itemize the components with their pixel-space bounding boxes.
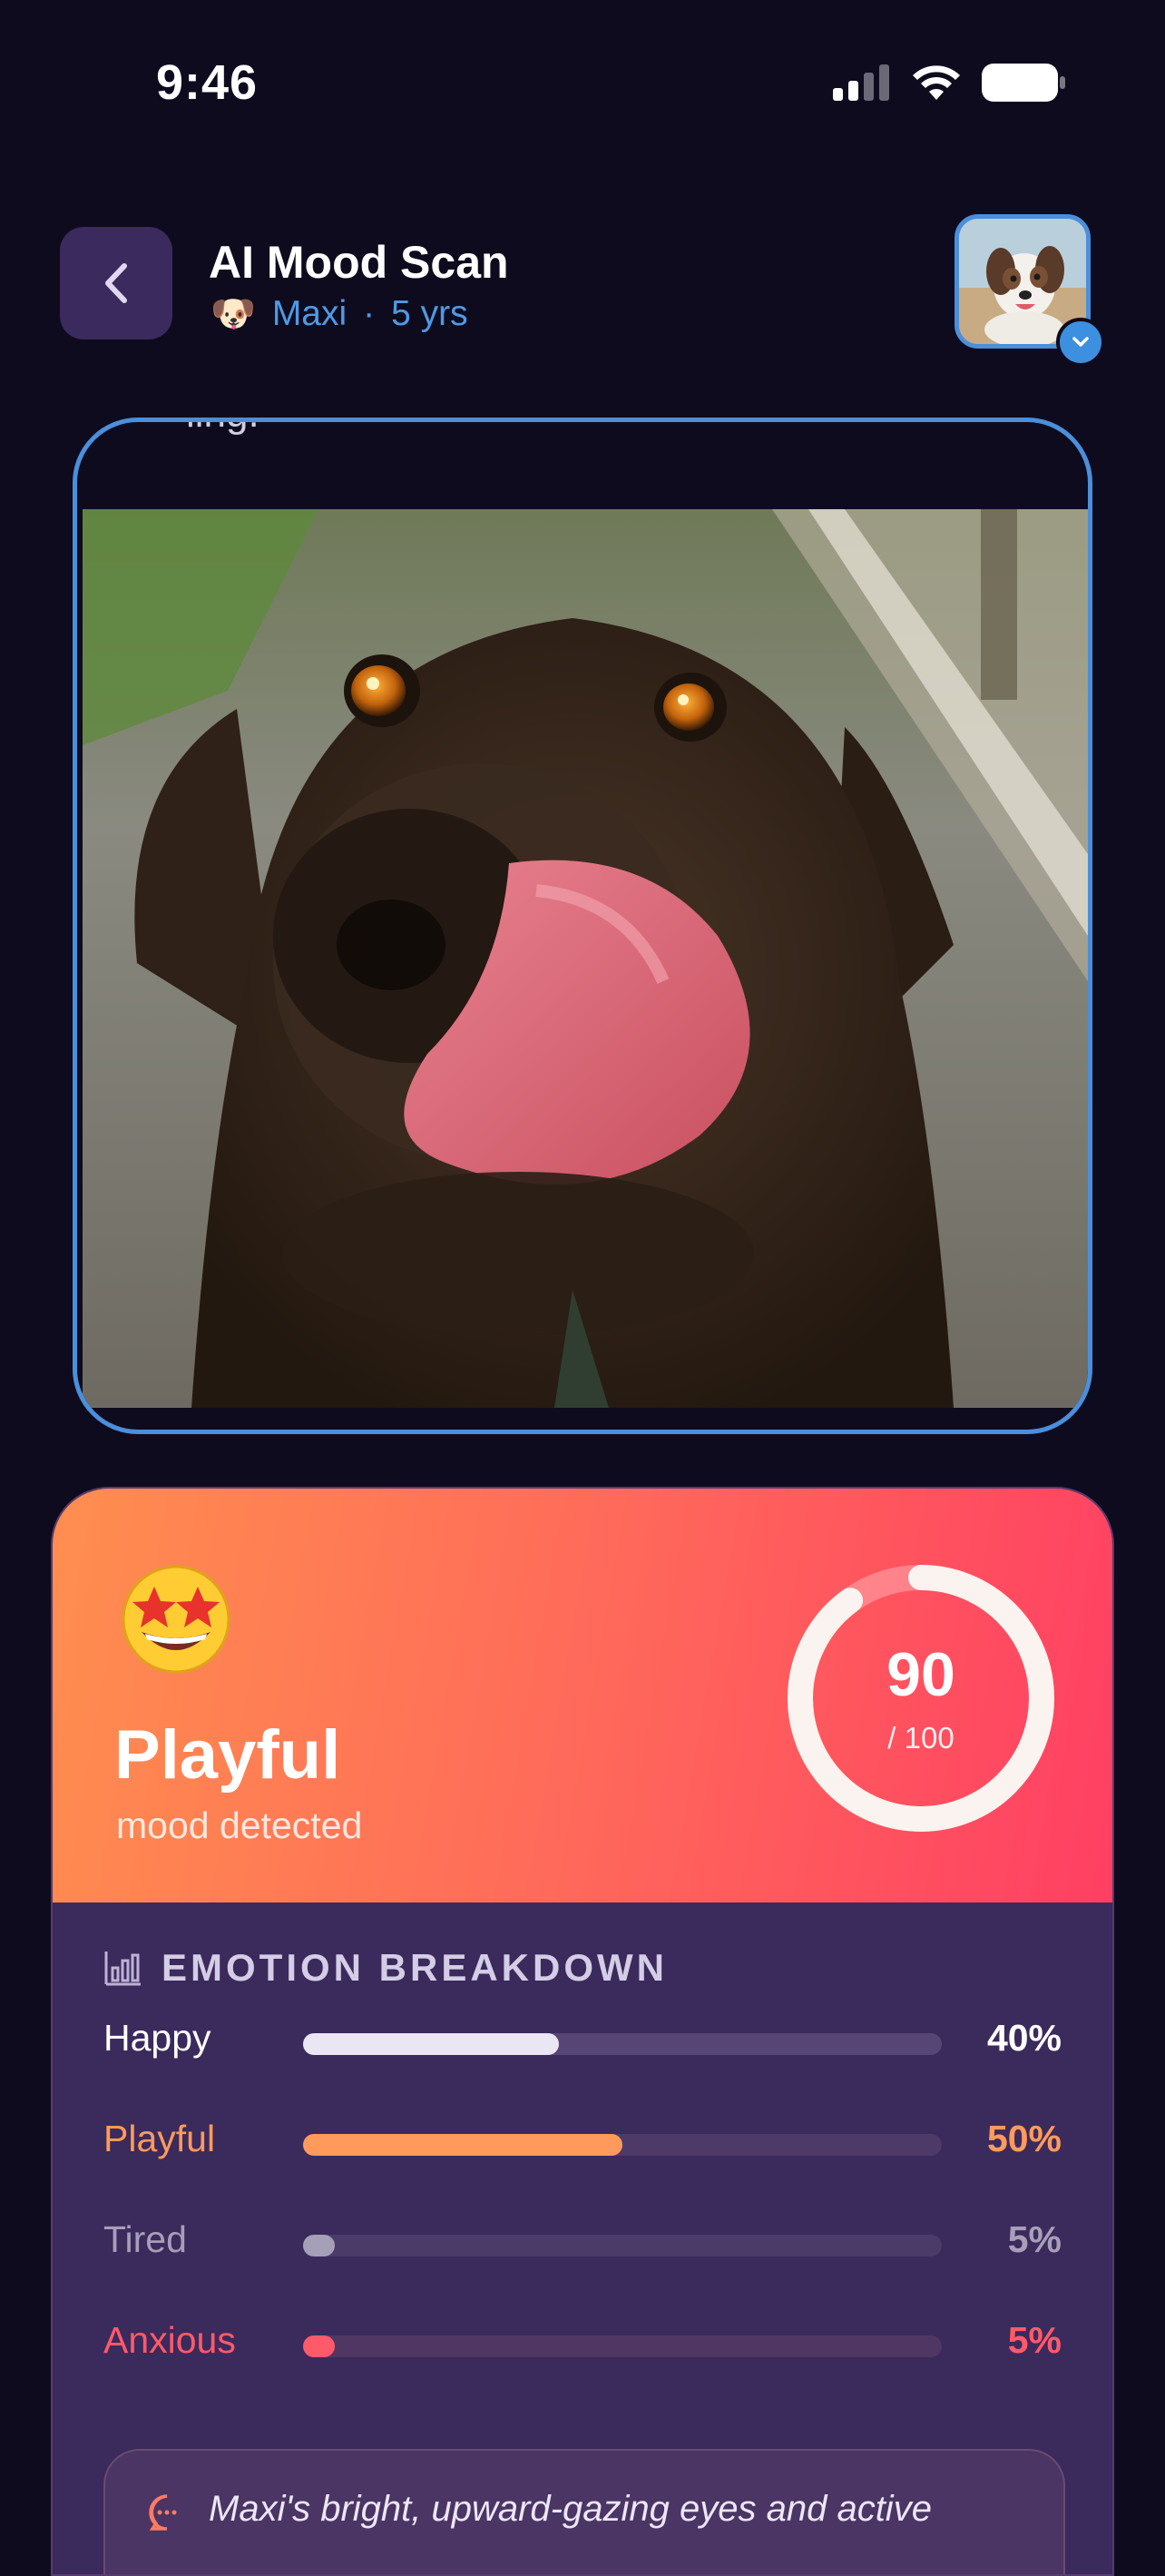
cellular-signal-icon xyxy=(833,64,889,101)
emotion-label: Playful xyxy=(103,2118,216,2159)
emotion-label: Tired xyxy=(103,2218,187,2260)
subtitle-separator: · xyxy=(363,293,376,333)
emotion-track xyxy=(303,2335,942,2357)
status-time: 9:46 xyxy=(156,55,259,110)
header: AI Mood Scan 🐶 Maxi · 5 yrs xyxy=(0,209,1165,367)
emotion-track xyxy=(303,2033,942,2055)
pet-subtitle: 🐶 Maxi · 5 yrs xyxy=(210,292,468,335)
emotion-breakdown: EMOTION BREAKDOWN Happy 40% Playful 50% … xyxy=(53,1903,1112,2574)
emotion-label: Happy xyxy=(103,2017,211,2059)
emotion-percent: 5% xyxy=(1007,2319,1062,2361)
breakdown-title: EMOTION BREAKDOWN xyxy=(162,1946,668,1989)
star-struck-face-icon xyxy=(122,1565,230,1674)
emotion-fill xyxy=(303,2235,336,2256)
page-title: AI Mood Scan xyxy=(209,237,509,288)
mood-summary: Playful mood detected 90 / 100 xyxy=(53,1489,1112,1903)
ai-insight-box: Maxi's bright, upward-gazing eyes and ac… xyxy=(103,2449,1065,2574)
photo-caption: ling. xyxy=(186,422,259,437)
mood-score-max: / 100 xyxy=(887,1721,955,1755)
dog-face-icon: 🐶 xyxy=(210,294,256,334)
bar-chart-icon xyxy=(104,1952,141,1986)
pet-age: 5 yrs xyxy=(391,293,468,333)
mood-label: Playful xyxy=(114,1716,341,1794)
emotion-percent: 5% xyxy=(1007,2218,1062,2260)
mood-score-value: 90 xyxy=(886,1640,955,1709)
emotion-track xyxy=(303,2134,942,2156)
back-button[interactable] xyxy=(60,227,172,339)
emotion-row-anxious: Anxious 5% xyxy=(53,2314,1112,2377)
wifi-icon xyxy=(913,65,960,100)
mood-subtitle: mood detected xyxy=(116,1804,363,1846)
status-bar: 9:46 xyxy=(0,0,1165,172)
mood-result-card: Playful mood detected 90 / 100 EMOTION B… xyxy=(51,1487,1114,2576)
avatar-dropdown-badge[interactable] xyxy=(1056,318,1105,367)
emotion-row-happy: Happy 40% xyxy=(53,2011,1112,2075)
emotion-row-tired: Tired 5% xyxy=(53,2213,1112,2276)
emotion-fill xyxy=(303,2335,336,2357)
emotion-row-playful: Playful 50% xyxy=(53,2112,1112,2176)
dog-photo xyxy=(83,509,1088,1408)
dog-photo-illustration xyxy=(83,509,1088,1408)
emotion-fill xyxy=(303,2033,559,2055)
battery-icon xyxy=(982,64,1065,102)
ai-insight-text: Maxi's bright, upward-gazing eyes and ac… xyxy=(209,2489,932,2529)
emotion-label: Anxious xyxy=(103,2319,236,2361)
chevron-left-icon xyxy=(105,263,127,303)
emotion-percent: 40% xyxy=(986,2017,1062,2059)
chevron-down-icon xyxy=(1072,337,1089,347)
chat-bubble-icon xyxy=(149,2494,177,2531)
emotion-percent: 50% xyxy=(986,2118,1062,2159)
emotion-fill xyxy=(303,2134,622,2156)
scanned-photo-card: ling. xyxy=(73,418,1092,1434)
emotion-track xyxy=(303,2235,942,2256)
pet-name: Maxi xyxy=(271,293,348,333)
status-icons xyxy=(833,64,1065,102)
